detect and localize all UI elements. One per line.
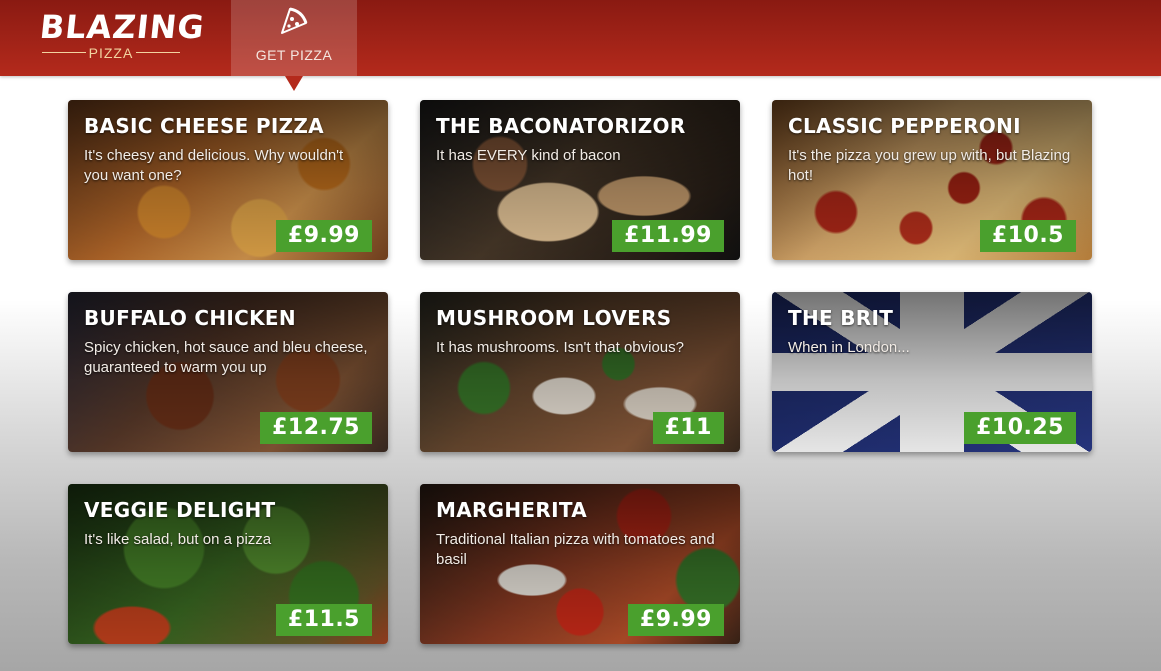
pizza-card-margherita[interactable]: MARGHERITA Traditional Italian pizza wit… <box>420 484 740 644</box>
pizza-card-price: £11.5 <box>275 604 372 636</box>
blazing-pizza-logo[interactable]: BLAZING PIZZA <box>38 8 207 66</box>
pizza-card-price: £11.99 <box>612 220 724 252</box>
top-bar: BLAZING PIZZA GET PIZZA <box>0 0 1161 76</box>
get-pizza-tab[interactable]: GET PIZZA <box>231 0 357 76</box>
pizza-card-price: £11 <box>652 412 724 444</box>
pizza-card-price: £10.5 <box>979 220 1076 252</box>
pizza-card-title: BASIC CHEESE PIZZA <box>84 114 324 138</box>
pizza-card-title: BUFFALO CHICKEN <box>84 306 296 330</box>
pizza-card-title: THE BACONATORIZOR <box>436 114 686 138</box>
pizza-card-price: £12.75 <box>260 412 372 444</box>
pizza-card-title: MARGHERITA <box>436 498 588 522</box>
pizza-card-veggie-delight[interactable]: VEGGIE DELIGHT It's like salad, but on a… <box>68 484 388 644</box>
pizza-card-title: MUSHROOM LOVERS <box>436 306 672 330</box>
pizza-card-description: Traditional Italian pizza with tomatoes … <box>436 531 715 568</box>
logo-subtitle-row: PIZZA <box>40 45 182 61</box>
pizza-card-description: When in London... <box>788 339 910 356</box>
active-tab-pointer <box>285 76 303 91</box>
pizza-card-the-brit[interactable]: THE BRIT When in London... £10.25 <box>772 292 1092 452</box>
logo-subtitle: PIZZA <box>88 45 134 61</box>
pizza-card-price: £9.99 <box>275 220 372 252</box>
pizza-card-title: CLASSIC PEPPERONI <box>788 114 1021 138</box>
pizza-card-description: It's the pizza you grew up with, but Bla… <box>788 147 1071 184</box>
logo-rule-right <box>136 52 180 53</box>
pizza-card-description: It has EVERY kind of bacon <box>436 147 621 164</box>
pizza-card-description: Spicy chicken, hot sauce and bleu cheese… <box>84 339 368 376</box>
pizza-slice-icon <box>281 7 308 34</box>
pizza-card-baconatorizor[interactable]: THE BACONATORIZOR It has EVERY kind of b… <box>420 100 740 260</box>
pizza-card-classic-pepperoni[interactable]: CLASSIC PEPPERONI It's the pizza you gre… <box>772 100 1092 260</box>
pizza-card-basic-cheese[interactable]: BASIC CHEESE PIZZA It's cheesy and delic… <box>68 100 388 260</box>
get-pizza-label: GET PIZZA <box>255 47 333 63</box>
pizza-card-description: It's like salad, but on a pizza <box>84 531 272 548</box>
pizza-card-buffalo-chicken[interactable]: BUFFALO CHICKEN Spicy chicken, hot sauce… <box>68 292 388 452</box>
pizza-card-mushroom-lovers[interactable]: MUSHROOM LOVERS It has mushrooms. Isn't … <box>420 292 740 452</box>
logo-rule-left <box>42 52 86 53</box>
pizza-card-description: It has mushrooms. Isn't that obvious? <box>436 339 684 356</box>
logo-title: BLAZING <box>38 8 207 46</box>
pizza-card-title: VEGGIE DELIGHT <box>84 498 276 522</box>
pizza-card-price: £9.99 <box>627 604 724 636</box>
pizza-card-title: THE BRIT <box>788 306 894 330</box>
pizza-card-price: £10.25 <box>964 412 1076 444</box>
pizza-card-description: It's cheesy and delicious. Why wouldn't … <box>84 147 344 184</box>
